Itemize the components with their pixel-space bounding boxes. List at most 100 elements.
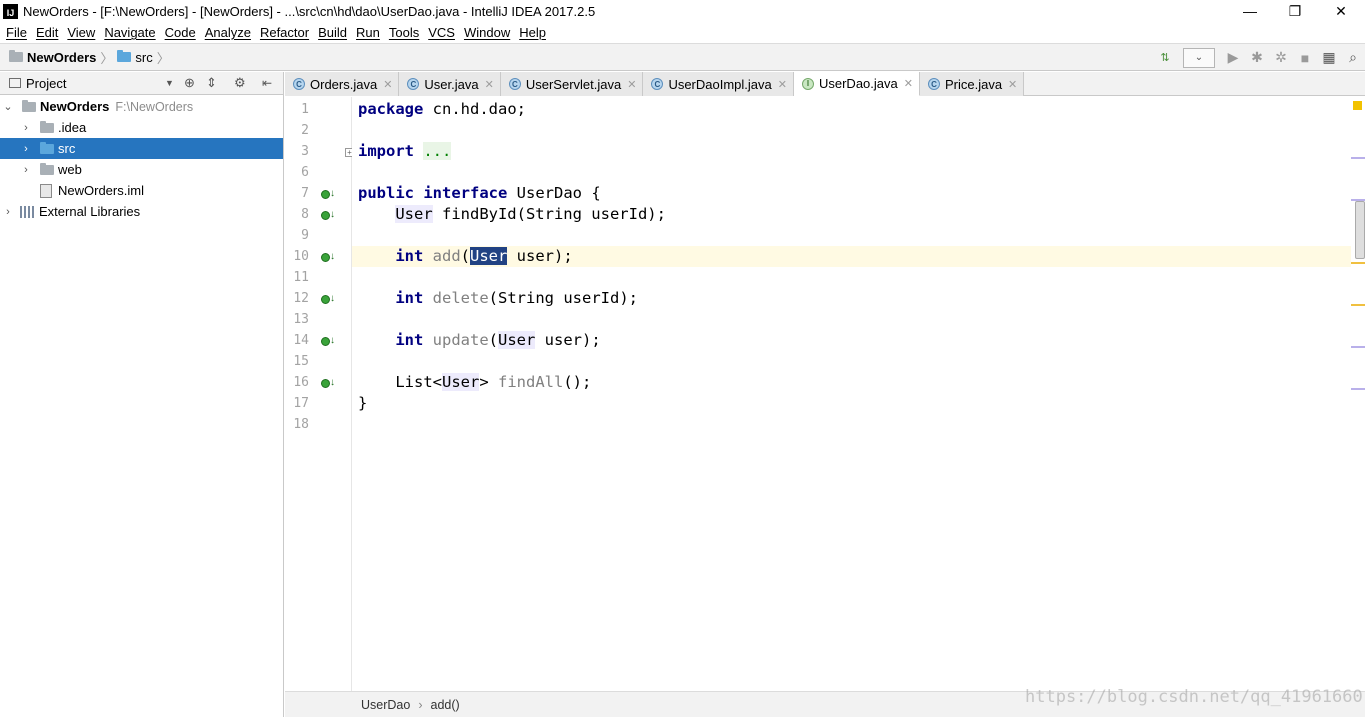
locate-icon[interactable]: ⊕ (184, 75, 195, 91)
usage-marker[interactable] (1351, 346, 1365, 348)
tree-label: NewOrders (40, 99, 110, 114)
title-bar: IJ NewOrders - [F:\NewOrders] - [NewOrde… (0, 0, 1365, 22)
folded-imports[interactable]: ... (423, 142, 452, 160)
close-icon[interactable]: ✕ (778, 78, 787, 91)
menu-navigate[interactable]: Navigate (101, 25, 161, 40)
menu-view[interactable]: View (64, 25, 101, 40)
menu-edit[interactable]: Edit (33, 25, 64, 40)
line-number: 18 (293, 417, 309, 432)
chevron-right-icon[interactable]: › (20, 159, 32, 180)
usage-marker[interactable] (1351, 388, 1365, 390)
tab-userservlet-java[interactable]: C UserServlet.java ✕ (500, 72, 644, 96)
code-line-17[interactable]: } (352, 393, 1352, 414)
folder-icon (40, 120, 54, 133)
implemented-icon[interactable]: ↓ (321, 209, 335, 221)
tab-label: UserServlet.java (525, 76, 622, 92)
menu-window[interactable]: Window (461, 25, 516, 40)
close-icon[interactable]: ✕ (383, 78, 392, 91)
menu-refactor[interactable]: Refactor (257, 25, 315, 40)
caret-marker[interactable] (1351, 304, 1365, 306)
close-window-button[interactable]: ✕ (1318, 0, 1364, 22)
breadcrumb-class[interactable]: UserDao (361, 698, 410, 712)
hide-panel-icon[interactable]: ⇤ (262, 76, 272, 90)
breadcrumb-method[interactable]: add() (431, 698, 460, 712)
nav-crumb-src[interactable]: src (117, 49, 153, 65)
code-line-10[interactable]: int add(User user); (352, 246, 1365, 267)
tree-item-iml[interactable]: NewOrders.iml (0, 180, 283, 201)
implemented-icon[interactable]: ↓ (321, 377, 335, 389)
tab-userdao-java[interactable]: I UserDao.java ✕ (793, 72, 920, 96)
close-icon[interactable]: ✕ (1008, 78, 1017, 91)
minimize-button[interactable]: — (1227, 0, 1273, 22)
chevron-right-icon: › (418, 697, 423, 712)
menu-run[interactable]: Run (353, 25, 386, 40)
menu-analyze[interactable]: Analyze (202, 25, 257, 40)
menu-file[interactable]: File (3, 25, 33, 40)
coverage-icon[interactable]: ✲ (1269, 46, 1293, 70)
implemented-icon[interactable]: ↓ (321, 293, 335, 305)
view-dropdown-icon[interactable]: ▼ (165, 78, 174, 88)
close-icon[interactable]: ✕ (904, 77, 913, 90)
project-structure-icon[interactable]: ▦ (1317, 46, 1341, 70)
intellij-logo-icon: IJ (3, 3, 18, 19)
restore-button[interactable]: ❐ (1272, 0, 1318, 22)
tree-item-neworders[interactable]: ⌄ NewOrders F:\NewOrders (0, 96, 283, 117)
tree-item-web[interactable]: › web (0, 159, 283, 180)
debug-icon[interactable]: ✱ (1245, 46, 1269, 70)
editor-gutter: 1 2 3 6 7 8 9 10 11 12 13 14 15 16 17 18… (285, 97, 354, 691)
code-line-1[interactable]: package cn.hd.dao; (352, 99, 1352, 120)
tab-price-java[interactable]: C Price.java ✕ (919, 72, 1025, 96)
code-editor[interactable]: package cn.hd.dao; import ... public int… (352, 97, 1365, 691)
code-line-7[interactable]: public interface UserDao { (352, 183, 1352, 204)
editor-tabs: C Orders.java ✕ C User.java ✕ C UserServ… (285, 72, 1365, 96)
menu-build[interactable]: Build (315, 25, 353, 40)
code-line-12[interactable]: int delete(String userId); (352, 288, 1352, 309)
nav-crumb-project[interactable]: NewOrders (9, 50, 96, 65)
class-icon: C (927, 78, 940, 90)
navigation-bar: NewOrders 〉 src 〉 ⇅ ⌄ ▶ ✱ ✲ ■ ▦ ⌕ (0, 43, 1365, 71)
source-folder-icon (40, 141, 54, 154)
line-number: 1 (301, 102, 309, 117)
nav-src-label: src (135, 49, 153, 65)
menu-vcs[interactable]: VCS (425, 25, 461, 40)
chevron-right-icon[interactable]: › (20, 117, 32, 138)
tree-item-external-libraries[interactable]: › External Libraries (0, 201, 283, 222)
menu-code[interactable]: Code (162, 25, 202, 40)
tab-user-java[interactable]: C User.java ✕ (399, 72, 501, 96)
scrollbar-thumb[interactable] (1355, 201, 1365, 259)
code-line-16[interactable]: List<User> findAll(); (352, 372, 1352, 393)
caret-marker[interactable] (1351, 262, 1365, 264)
search-icon[interactable]: ⌕ (1341, 46, 1365, 70)
chevron-down-icon[interactable]: ⌄ (2, 96, 14, 117)
tab-userdaoimpl-java[interactable]: C UserDaoImpl.java ✕ (643, 72, 794, 96)
sort-icon[interactable]: ⇅ (1153, 46, 1177, 70)
implemented-icon[interactable]: ↓ (321, 188, 335, 200)
close-icon[interactable]: ✕ (627, 78, 636, 91)
chevron-right-icon[interactable]: › (20, 138, 32, 159)
stop-icon[interactable]: ■ (1293, 46, 1317, 70)
tree-item-src[interactable]: › src (0, 138, 283, 159)
implemented-icon[interactable]: ↓ (321, 335, 335, 347)
tab-orders-java[interactable]: C Orders.java ✕ (285, 72, 400, 96)
implemented-icon[interactable]: ↓ (321, 251, 335, 263)
inspection-status-icon[interactable] (1353, 101, 1362, 110)
error-stripe[interactable] (1351, 97, 1365, 691)
tree-item-idea[interactable]: › .idea (0, 117, 283, 138)
project-panel-title[interactable]: Project (26, 76, 66, 91)
code-line-8[interactable]: User findById(String userId); (352, 204, 1352, 225)
menu-tools[interactable]: Tools (386, 25, 425, 40)
line-number: 7 (301, 186, 309, 201)
gear-icon[interactable]: ⚙ (234, 75, 246, 91)
selected-text: User (470, 247, 508, 265)
usage-marker[interactable] (1351, 157, 1365, 159)
collapse-all-icon[interactable]: ⇕ (206, 75, 217, 91)
chevron-right-icon[interactable]: › (2, 201, 14, 222)
tree-label: NewOrders.iml (58, 183, 144, 198)
run-icon[interactable]: ▶ (1221, 46, 1245, 70)
menu-help[interactable]: Help (516, 25, 552, 40)
code-line-14[interactable]: int update(User user); (352, 330, 1352, 351)
run-config-dropdown[interactable]: ⌄ (1183, 47, 1215, 68)
watermark: https://blog.csdn.net/qq_41961660 (1025, 687, 1363, 707)
code-line-3[interactable]: import ... (352, 141, 1352, 162)
close-icon[interactable]: ✕ (485, 78, 494, 91)
